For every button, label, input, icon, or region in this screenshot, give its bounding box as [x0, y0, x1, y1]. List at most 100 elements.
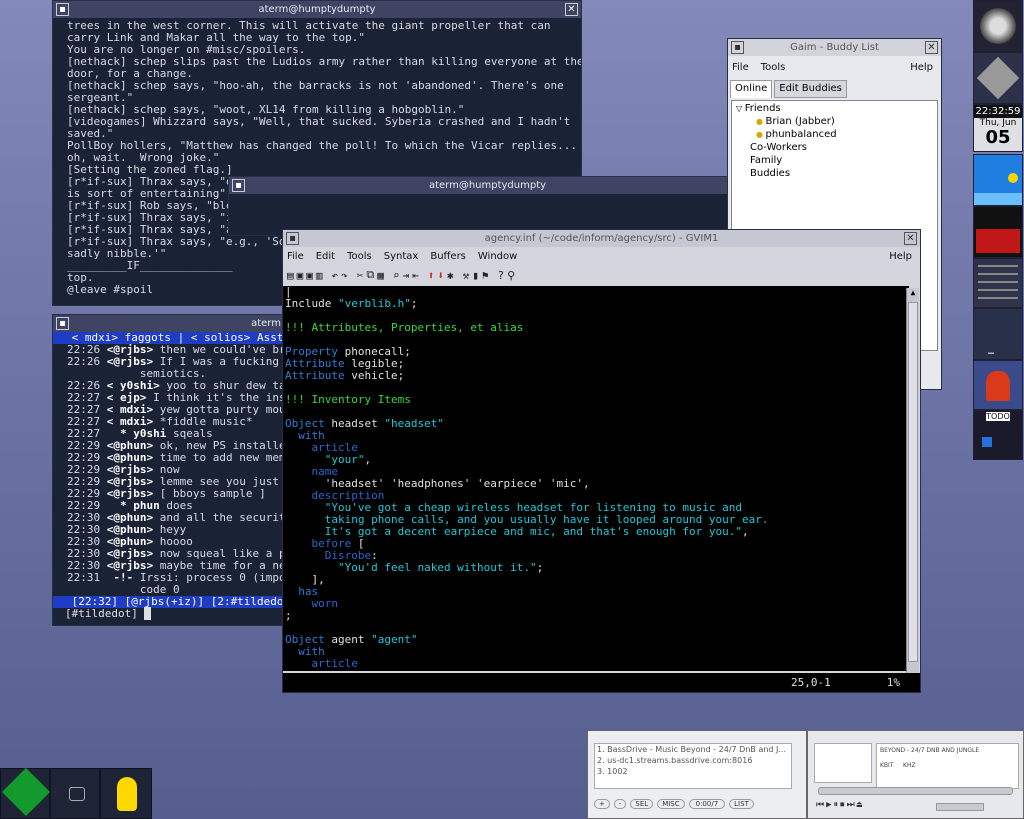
save-all-icon[interactable]: ▣ — [306, 269, 313, 282]
misc-button[interactable]: MISC — [657, 799, 685, 809]
gvim-scrollbar[interactable]: ▲ — [906, 288, 919, 673]
dock-tile-logo[interactable] — [973, 0, 1023, 52]
window-menu-button[interactable]: ▪ — [731, 41, 744, 54]
scroll-up-arrow[interactable]: ▲ — [907, 288, 919, 300]
playlist-entry[interactable]: 2. us-dc1.streams.bassdrive.com:8016 — [597, 755, 791, 766]
open-icon[interactable]: ▤ — [287, 269, 294, 282]
irc-window: ▪ aterm < mdxi> faggots | < solios> Asst… — [52, 314, 292, 626]
pause-icon[interactable]: ⏸ — [834, 800, 839, 810]
shell-icon[interactable]: ▮ — [472, 269, 479, 282]
group-name: Family — [750, 155, 783, 166]
menu-help[interactable]: Help — [889, 251, 912, 262]
run-script-icon[interactable]: ✱ — [447, 269, 454, 282]
save-session-icon[interactable]: ⬇ — [437, 269, 444, 282]
menu-file[interactable]: File — [732, 62, 749, 73]
gvim-text-area[interactable]: | Include "verblib.h";!!! Attributes, Pro… — [283, 286, 909, 671]
dock-tile-weather[interactable] — [973, 154, 1023, 206]
menu-edit[interactable]: Edit — [316, 251, 335, 262]
find-replace-icon[interactable]: ⌕ — [393, 269, 400, 282]
taskbar-terminal[interactable] — [50, 768, 100, 819]
dock-tile-todo[interactable]: TODO — [973, 410, 1023, 460]
window-menu-button[interactable]: ▪ — [286, 232, 299, 245]
buddy-group[interactable]: ▽ Friends — [732, 102, 937, 115]
taskbar-tux[interactable] — [100, 768, 152, 819]
window-menu-button[interactable]: ▪ — [232, 179, 245, 192]
playlist-entry[interactable]: 3. 1002 — [597, 766, 791, 777]
help-icon[interactable]: ? — [497, 269, 504, 282]
paste-icon[interactable]: ▦ — [377, 269, 384, 282]
gvim-menubar: File Edit Tools Syntax Buffers Window He… — [283, 247, 920, 265]
ctags-icon[interactable]: ⚑ — [482, 269, 489, 282]
dock-tile-cd-player[interactable] — [973, 258, 1023, 308]
buddy-group[interactable]: Co-Workers — [732, 141, 937, 154]
window-title: agency.inf (~/code/inform/agency/src) - … — [484, 233, 719, 244]
window-menu-button[interactable]: ▪ — [56, 317, 69, 330]
close-button[interactable]: ✕ — [565, 3, 578, 16]
undo-icon[interactable]: ↶ — [332, 269, 339, 282]
print-icon[interactable]: ▥ — [316, 269, 323, 282]
code-token: "agent" — [371, 633, 418, 646]
buddy-name: phunbalanced — [765, 129, 837, 140]
menu-file[interactable]: File — [287, 251, 304, 262]
dragon-icon — [986, 371, 1010, 401]
gvim-titlebar[interactable]: ▪ agency.inf (~/code/inform/agency/src) … — [283, 230, 920, 247]
irc-titlebar[interactable]: ▪ aterm — [53, 315, 291, 332]
buddy-item[interactable]: ● phunbalanced — [732, 128, 937, 141]
volume-slider[interactable] — [936, 803, 984, 811]
irc-input[interactable]: [#tildedot] — [53, 607, 291, 620]
seek-bar[interactable] — [818, 787, 1013, 795]
stop-icon[interactable]: ⏹ — [840, 800, 845, 810]
remove-button[interactable]: - — [613, 799, 627, 809]
previous-icon[interactable]: ⏮ — [816, 800, 824, 810]
gaim-titlebar[interactable]: ▪ Gaim - Buddy List ✕ — [728, 39, 941, 56]
aterm-titlebar-1[interactable]: ▪ aterm@humptydumpty ✕ — [53, 1, 581, 18]
menu-help[interactable]: Help — [910, 62, 933, 73]
code-line: worn — [285, 598, 909, 610]
code-line: !!! Inventory Items — [285, 394, 909, 406]
window-menu-button[interactable]: ▪ — [56, 3, 69, 16]
menu-buffers[interactable]: Buffers — [430, 251, 466, 262]
find-next-icon[interactable]: ⇥ — [402, 269, 409, 282]
dock-tile-tool[interactable] — [973, 52, 1023, 104]
menu-syntax[interactable]: Syntax — [384, 251, 419, 262]
save-icon[interactable]: ▣ — [297, 269, 304, 282]
scroll-thumb[interactable] — [908, 302, 918, 662]
find-prev-icon[interactable]: ⇤ — [412, 269, 419, 282]
cut-icon[interactable]: ✂ — [357, 269, 364, 282]
menu-tools[interactable]: Tools — [761, 62, 786, 73]
code-token: "verblib.h" — [337, 297, 411, 310]
playlist-entry[interactable]: 1. BassDrive - Music Beyond - 24/7 DnB a… — [597, 744, 791, 755]
redo-icon[interactable]: ↷ — [341, 269, 348, 282]
play-icon[interactable]: ▶ — [826, 800, 831, 810]
make-icon[interactable]: ⚒ — [463, 269, 470, 282]
close-button[interactable]: ✕ — [925, 41, 938, 54]
buddy-group[interactable]: Buddies — [732, 167, 937, 180]
code-line: Attribute vehicle; — [285, 370, 909, 382]
load-session-icon[interactable]: ⬆ — [428, 269, 435, 282]
menu-window[interactable]: Window — [478, 251, 517, 262]
find-help-icon[interactable]: ⚲ — [507, 269, 515, 282]
irc-chat-log[interactable]: 22:26 <@rjbs> then we could've bro 22:26 … — [53, 344, 291, 596]
eject-icon[interactable]: ⏏ — [857, 800, 862, 810]
tab-online[interactable]: Online — [730, 80, 773, 98]
copy-icon[interactable]: ⧉ — [366, 268, 374, 282]
tab-edit-buddies[interactable]: Edit Buddies — [774, 80, 847, 98]
code-token: ; — [285, 609, 292, 622]
close-button[interactable]: ✕ — [904, 232, 917, 245]
irc-topic-bar: < mdxi> faggots | < solios> Assta — [53, 332, 291, 344]
vim-icon — [1, 767, 51, 817]
expander-icon[interactable]: ▽ — [736, 104, 745, 113]
buddy-item[interactable]: ● Brian (Jabber) — [732, 115, 937, 128]
list-button[interactable]: LIST — [729, 799, 754, 809]
next-icon[interactable]: ⏭ — [847, 800, 855, 810]
code-token: vehicle; — [344, 369, 405, 382]
buddy-group[interactable]: Family — [732, 154, 937, 167]
select-button[interactable]: SEL — [630, 799, 654, 809]
dock-tile-dragon[interactable] — [973, 360, 1023, 410]
aterm-titlebar-2[interactable]: ▪ aterm@humptydumpty — [229, 177, 727, 194]
dock-tile-empty[interactable]: … — [973, 308, 1023, 360]
taskbar-vim[interactable] — [0, 767, 51, 819]
playlist-list[interactable]: 1. BassDrive - Music Beyond - 24/7 DnB a… — [594, 743, 792, 789]
add-button[interactable]: + — [594, 799, 610, 809]
menu-tools[interactable]: Tools — [347, 251, 372, 262]
